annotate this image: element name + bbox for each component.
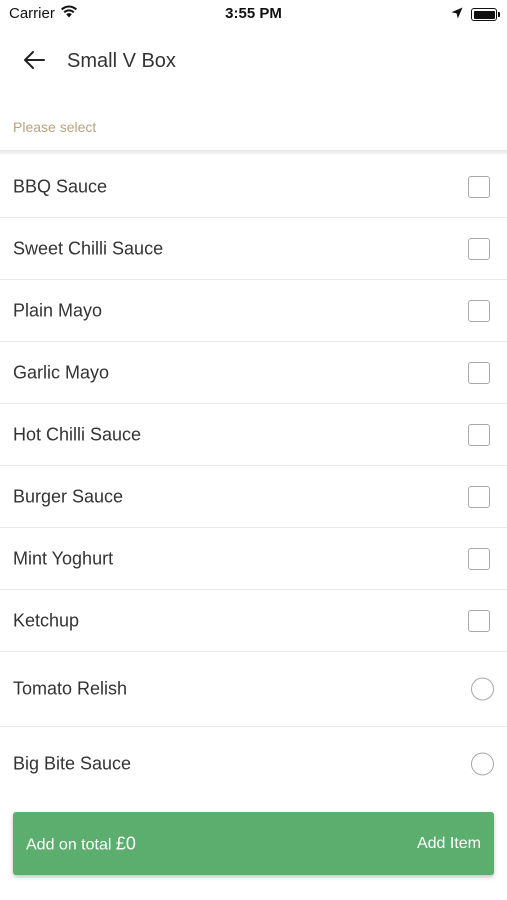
option-row-hot-chilli-sauce[interactable]: Hot Chilli Sauce [0, 404, 507, 466]
option-label: Tomato Relish [13, 678, 128, 699]
option-row-bbq-sauce[interactable]: BBQ Sauce [0, 156, 507, 218]
checkbox[interactable] [468, 423, 490, 446]
add-on-total-value: £0 [115, 833, 136, 853]
option-label: Plain Mayo [13, 300, 103, 320]
battery-icon [471, 8, 500, 21]
status-right [451, 6, 500, 23]
page-title: Small V Box [67, 50, 176, 72]
status-time: 3:55 PM [225, 5, 282, 22]
checkbox[interactable] [468, 547, 490, 570]
option-row-ketchup[interactable]: Ketchup [0, 590, 507, 652]
radio-button[interactable] [471, 677, 494, 701]
arrow-left-icon [22, 50, 46, 75]
option-label: BBQ Sauce [13, 176, 108, 196]
add-on-total-label: Add on total [26, 836, 116, 853]
option-label: Burger Sauce [13, 486, 124, 506]
option-label: Hot Chilli Sauce [13, 424, 142, 444]
checkbox[interactable] [468, 609, 490, 632]
option-row-sweet-chilli-sauce[interactable]: Sweet Chilli Sauce [0, 218, 507, 280]
checkbox[interactable] [468, 175, 490, 198]
option-row-burger-sauce[interactable]: Burger Sauce [0, 466, 507, 528]
radio-button[interactable] [471, 752, 494, 776]
location-arrow-icon [451, 6, 463, 23]
option-row-big-bite-sauce[interactable]: Big Bite Sauce [0, 727, 507, 801]
add-item-bar[interactable]: Add on total £0 Add Item [13, 812, 494, 875]
checkbox[interactable] [468, 361, 490, 384]
option-row-plain-mayo[interactable]: Plain Mayo [0, 280, 507, 342]
option-label: Ketchup [13, 610, 80, 630]
header: Small V Box [0, 36, 507, 88]
option-label: Mint Yoghurt [13, 548, 114, 568]
status-bar: Carrier 3:55 PM [0, 0, 507, 30]
option-label: Garlic Mayo [13, 362, 110, 382]
option-list: BBQ Sauce Sweet Chilli Sauce Plain Mayo … [0, 156, 507, 801]
checkbox[interactable] [468, 299, 490, 322]
option-label: Big Bite Sauce [13, 753, 132, 774]
option-label: Sweet Chilli Sauce [13, 238, 164, 258]
back-button[interactable] [14, 44, 54, 80]
add-item-button[interactable]: Add Item [417, 835, 481, 853]
checkbox[interactable] [468, 237, 490, 260]
option-row-tomato-relish[interactable]: Tomato Relish [0, 652, 507, 727]
add-on-total: Add on total £0 [26, 833, 136, 854]
select-prompt: Please select [13, 119, 97, 135]
option-row-mint-yoghurt[interactable]: Mint Yoghurt [0, 528, 507, 590]
option-row-garlic-mayo[interactable]: Garlic Mayo [0, 342, 507, 404]
checkbox[interactable] [468, 485, 490, 508]
